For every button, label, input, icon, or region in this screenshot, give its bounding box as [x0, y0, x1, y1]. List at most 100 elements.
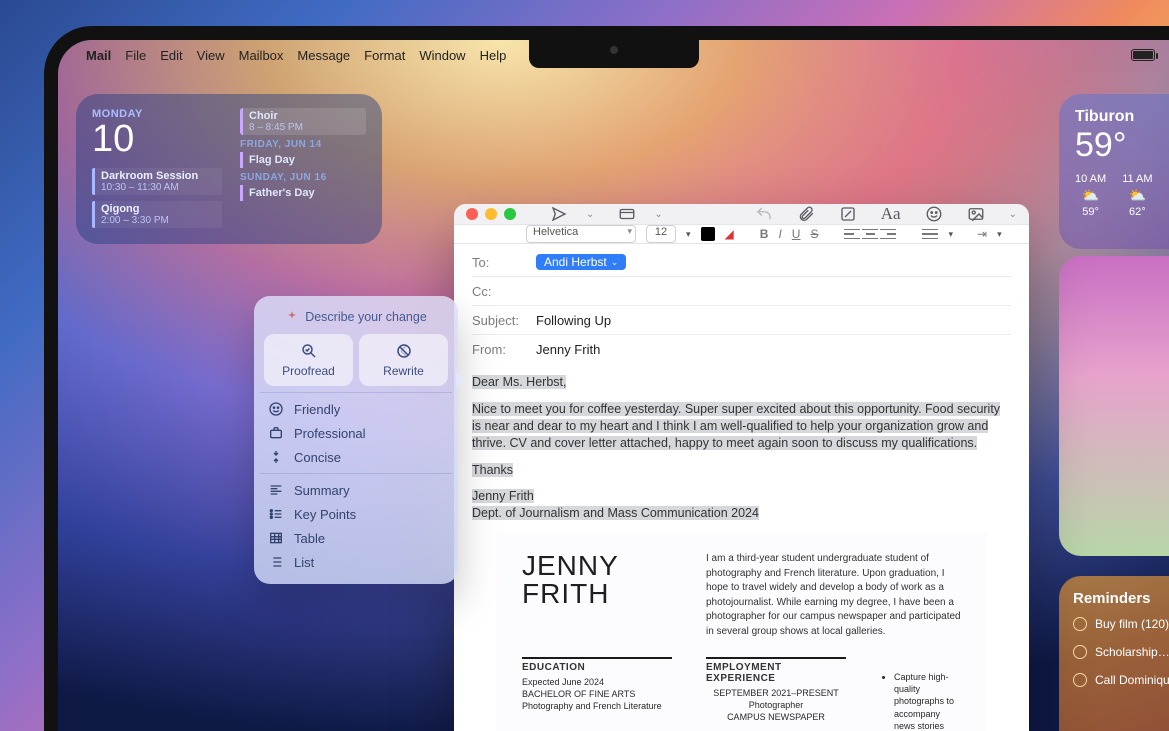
- proofread-button[interactable]: Proofread: [264, 334, 353, 386]
- battery-status-icon[interactable]: [1131, 49, 1155, 61]
- from-field[interactable]: Jenny Frith: [536, 342, 600, 357]
- tone-friendly[interactable]: Friendly: [264, 397, 448, 421]
- photo-browser-chevron-icon[interactable]: ⌄: [1009, 209, 1017, 220]
- header-fields-button[interactable]: [618, 205, 636, 223]
- align-center-button[interactable]: [862, 227, 878, 241]
- photos-widget[interactable]: [1059, 256, 1169, 556]
- reminders-widget[interactable]: Reminders Buy film (120) Scholarship… Ca…: [1059, 576, 1169, 731]
- text-color-button[interactable]: [701, 227, 715, 241]
- screen: Mail File Edit View Mailbox Message Form…: [58, 40, 1169, 731]
- underline-button[interactable]: U: [792, 227, 801, 241]
- menu-window[interactable]: Window: [419, 48, 465, 63]
- reminder-ring-icon[interactable]: [1073, 645, 1087, 659]
- reminder-ring-icon[interactable]: [1073, 673, 1087, 687]
- briefcase-icon: [268, 425, 284, 441]
- describe-change-button[interactable]: Describe your change: [264, 306, 448, 334]
- reminder-item[interactable]: Call Dominique: [1073, 673, 1169, 687]
- calendar-event: Darkroom Session 10:30 – 11:30 AM: [92, 168, 222, 195]
- format-button[interactable]: Aa: [881, 204, 901, 224]
- calendar-widget[interactable]: MONDAY 10 Darkroom Session 10:30 – 11:30…: [76, 94, 382, 244]
- format-summary[interactable]: Summary: [264, 478, 448, 502]
- writing-tools-popover: Describe your change Proofread Rewrite F…: [254, 296, 458, 584]
- tone-concise[interactable]: Concise: [264, 445, 448, 469]
- markup-button[interactable]: [839, 205, 857, 223]
- text-color-picker-icon[interactable]: ◢: [725, 227, 734, 241]
- menu-help[interactable]: Help: [480, 48, 507, 63]
- font-size-select[interactable]: 12: [646, 225, 676, 243]
- window-close-button[interactable]: [466, 208, 478, 220]
- reminders-title: Reminders: [1073, 590, 1169, 607]
- resume-attachment[interactable]: JENNYFRITH I am a third-year student und…: [496, 532, 987, 731]
- weather-widget[interactable]: Tiburon 59° 10 AM⛅59° 11 AM⛅62°: [1059, 94, 1169, 249]
- mail-compose-window: ⌄ ⌄ Aa ⌄ Helvetica: [454, 204, 1029, 731]
- menu-edit[interactable]: Edit: [160, 48, 182, 63]
- photo-browser-button[interactable]: [967, 205, 985, 223]
- list-button[interactable]: [922, 227, 938, 241]
- chevron-down-icon[interactable]: ▾: [997, 229, 1002, 240]
- font-family-select[interactable]: Helvetica: [526, 225, 636, 243]
- bullets-icon: [268, 506, 284, 522]
- indent-right-button[interactable]: ⇥: [977, 227, 987, 241]
- bold-button[interactable]: B: [760, 227, 769, 241]
- weather-hour: 11 AM⛅62°: [1122, 173, 1152, 218]
- calendar-date-header: SUNDAY, JUN 16: [240, 172, 366, 183]
- sparkle-icon: [285, 310, 299, 324]
- rewrite-icon: [395, 342, 413, 360]
- resume-name: JENNYFRITH: [522, 552, 672, 608]
- resume-summary: I am a third-year student undergraduate …: [706, 552, 961, 639]
- italic-button[interactable]: I: [778, 227, 781, 241]
- display-notch: [529, 40, 699, 68]
- reminder-ring-icon[interactable]: [1073, 617, 1087, 631]
- window-minimize-button[interactable]: [485, 208, 497, 220]
- from-label: From:: [472, 342, 528, 357]
- format-bar: Helvetica 12 ▾ ◢ B I U S ▾: [454, 224, 1029, 244]
- format-list[interactable]: List: [264, 550, 448, 574]
- attach-button[interactable]: [797, 205, 815, 223]
- weather-hour: 10 AM⛅59°: [1075, 173, 1106, 218]
- selected-text: Nice to meet you for coffee yesterday. S…: [472, 402, 1000, 450]
- cloud-sun-icon: ⛅: [1075, 187, 1106, 204]
- reply-button[interactable]: [755, 205, 773, 223]
- calendar-event: Flag Day: [240, 152, 366, 168]
- subject-field[interactable]: Following Up: [536, 313, 611, 328]
- menu-message[interactable]: Message: [297, 48, 350, 63]
- menu-mailbox[interactable]: Mailbox: [239, 48, 284, 63]
- reminder-item[interactable]: Scholarship…: [1073, 645, 1169, 659]
- recipient-chip[interactable]: Andi Herbst⌄: [536, 254, 626, 270]
- weather-temp: 59°: [1075, 126, 1169, 165]
- cloud-sun-icon: ⛅: [1122, 187, 1152, 204]
- menu-view[interactable]: View: [197, 48, 225, 63]
- format-table[interactable]: Table: [264, 526, 448, 550]
- menubar-app-name[interactable]: Mail: [86, 48, 111, 63]
- magnify-check-icon: [300, 342, 318, 360]
- emoji-button[interactable]: [925, 205, 943, 223]
- send-options-chevron-icon[interactable]: ⌄: [586, 209, 594, 220]
- header-fields-chevron-icon[interactable]: ⌄: [654, 209, 662, 220]
- chevron-down-icon[interactable]: ▾: [686, 229, 691, 240]
- reminder-item[interactable]: Buy film (120): [1073, 617, 1169, 631]
- send-button[interactable]: [550, 205, 568, 223]
- selected-text: Jenny Frith: [472, 489, 534, 503]
- menu-file[interactable]: File: [125, 48, 146, 63]
- selected-text: Dept. of Journalism and Mass Communicati…: [472, 506, 759, 520]
- calendar-event: Father's Day: [240, 185, 366, 201]
- list-icon: [268, 554, 284, 570]
- mail-header-fields: To: Andi Herbst⌄ Cc: Subject: Following …: [454, 244, 1029, 364]
- calendar-event: Qigong 2:00 – 3:30 PM: [92, 201, 222, 228]
- window-titlebar: ⌄ ⌄ Aa ⌄: [454, 204, 1029, 224]
- chevron-down-icon[interactable]: ⌄: [611, 257, 619, 268]
- selected-text: Thanks: [472, 463, 513, 477]
- format-keypoints[interactable]: Key Points: [264, 502, 448, 526]
- rewrite-button[interactable]: Rewrite: [359, 334, 448, 386]
- tone-professional[interactable]: Professional: [264, 421, 448, 445]
- menu-format[interactable]: Format: [364, 48, 405, 63]
- summary-icon: [268, 482, 284, 498]
- weather-city: Tiburon: [1075, 108, 1169, 126]
- mail-body-editor[interactable]: Dear Ms. Herbst, Nice to meet you for co…: [454, 364, 1029, 731]
- resume-education-header: EDUCATION: [522, 657, 672, 673]
- align-right-button[interactable]: [880, 227, 896, 241]
- strikethrough-button[interactable]: S: [810, 227, 818, 241]
- chevron-down-icon[interactable]: ▾: [948, 229, 953, 240]
- window-zoom-button[interactable]: [504, 208, 516, 220]
- align-left-button[interactable]: [844, 227, 860, 241]
